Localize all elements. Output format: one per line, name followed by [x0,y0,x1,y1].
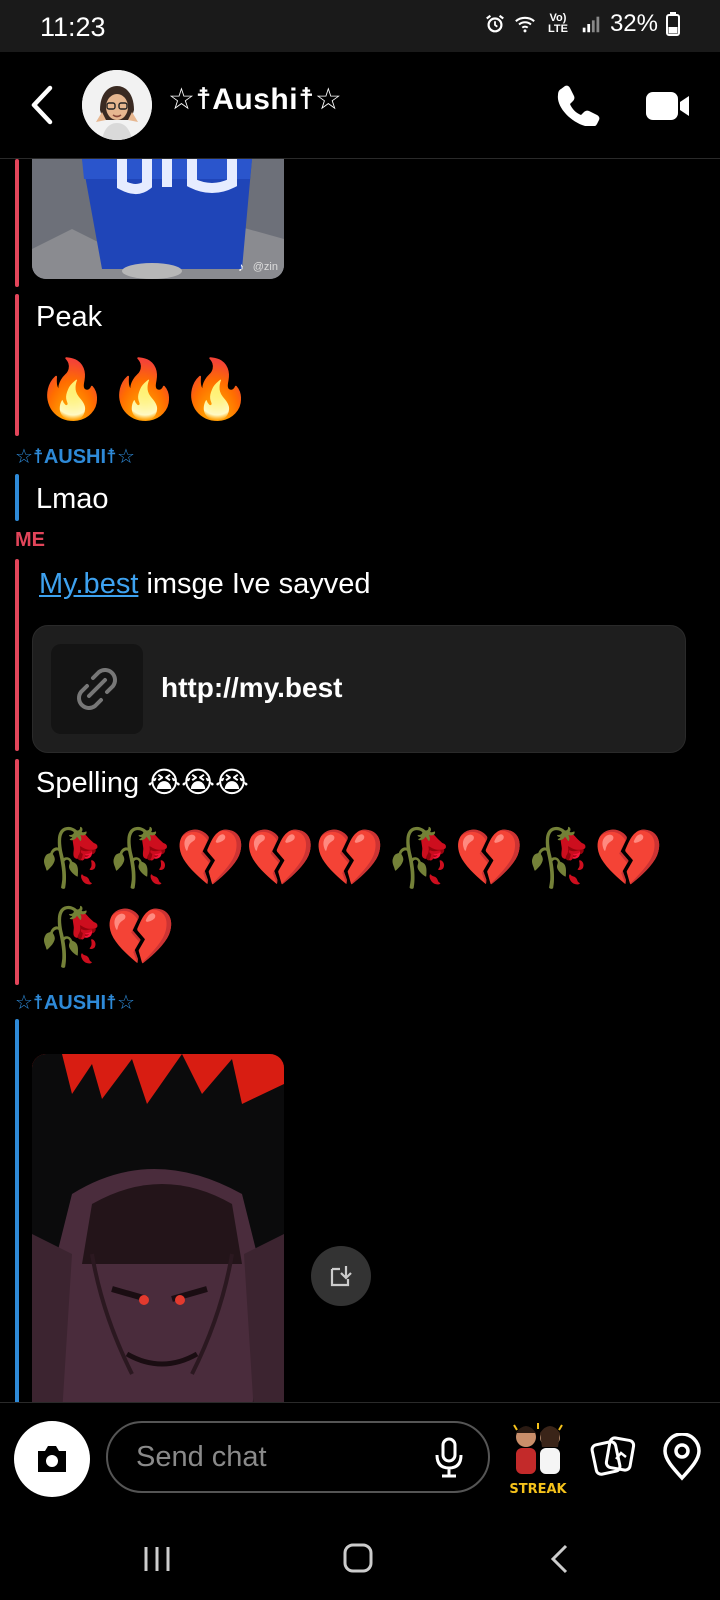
message-text[interactable]: Peak [36,301,102,334]
link-icon [77,668,117,710]
sender-bar [15,559,19,751]
emoji-message[interactable]: 🔥🔥🔥 [36,355,253,425]
download-icon [330,1266,352,1287]
message-link[interactable]: My.best [39,568,138,600]
camera-button[interactable] [14,1421,90,1497]
streak-bitmoji[interactable]: STREAK [506,1421,570,1497]
tiktok-icon: ♪ [238,260,244,274]
chat-input-placeholder: Send chat [136,1441,267,1473]
chat-composer: Send chat STREAK [0,1402,720,1513]
contact-name[interactable]: ☆☨Aushi☨☆ [168,82,342,117]
sender-bar [15,294,19,436]
chat-input[interactable]: Send chat [106,1421,490,1493]
network-type: Vo) LTE [547,12,568,35]
emoji-message[interactable]: 🥀🥀💔💔💔🥀💔🥀💔 [36,823,664,893]
emoji-message[interactable]: 🥀💔 [36,902,175,972]
message-text: imsge Ive sayved [138,568,371,600]
system-nav-bar [0,1512,720,1600]
home-icon[interactable] [342,1542,374,1574]
map-pin-icon[interactable] [660,1433,704,1481]
battery-icon [666,12,680,36]
gallery-icon[interactable] [590,1433,636,1479]
sender-bar [15,474,19,521]
camera-icon [38,1446,66,1472]
sender-label: ME [15,529,45,551]
chat-header: ☆☨Aushi☨☆ [0,52,720,159]
streak-label: STREAK [509,1482,567,1497]
watermark: @zin [252,261,278,273]
sender-bar [15,1019,19,1402]
sender-label: ☆☨AUSHI☨☆ [15,446,135,468]
message-text[interactable]: Spelling 😭😭😭 [36,765,249,800]
battery-percent: 32% [609,10,658,37]
chat-thread[interactable]: @zin ♪ Peak 🔥🔥🔥 ☆☨AUSHI☨☆ Lmao ME My.bes… [0,159,720,1402]
avatar[interactable] [82,70,152,140]
status-bar: 11:23 Vo) LTE 32% [0,0,720,52]
video-call-icon[interactable] [644,86,692,126]
link-thumbnail [51,644,143,734]
nav-back-icon[interactable] [548,1542,572,1576]
wifi-icon [515,16,535,33]
shared-image[interactable]: @zin ♪ [32,159,284,279]
mic-icon[interactable] [432,1437,466,1479]
signal-icon [582,16,600,33]
status-icons: Vo) LTE 32% [484,10,680,38]
link-preview-card[interactable]: http://my.best [32,625,686,753]
sender-bar [15,759,19,985]
status-time: 11:23 [40,12,106,42]
save-to-device-button[interactable] [311,1246,371,1306]
sender-label: ☆☨AUSHI☨☆ [15,992,135,1014]
back-icon[interactable] [22,80,62,130]
message-with-link[interactable]: My.best imsge Ive sayved [39,568,371,601]
link-url[interactable]: http://my.best [161,672,342,704]
sender-bar [15,159,19,287]
alarm-icon [486,14,504,33]
shared-image[interactable] [32,1054,284,1402]
message-text[interactable]: Lmao [36,483,109,516]
recent-apps-icon[interactable] [142,1544,172,1574]
phone-icon[interactable] [556,82,600,126]
